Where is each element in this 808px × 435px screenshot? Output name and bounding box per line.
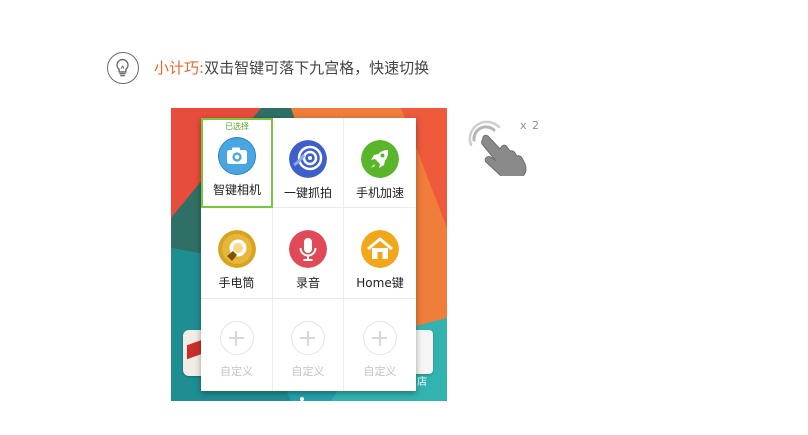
- home-icon: [361, 230, 399, 268]
- app-label: 店: [417, 377, 427, 388]
- page-indicator: [300, 397, 304, 401]
- grid-item-label: 手电筒: [218, 276, 255, 290]
- grid-item-speedup[interactable]: 手机加速: [344, 118, 416, 208]
- grid-item-custom[interactable]: 自定义: [273, 299, 344, 391]
- grid-item-label: Home键: [356, 276, 404, 290]
- phone-screen: 店 已选择 智键相机 一键抓拍 手机加速 手电筒 录音 Home键 自定义 自定…: [171, 108, 447, 401]
- grid-item-label: 自定义: [291, 365, 325, 378]
- add-icon: [291, 321, 325, 355]
- microphone-icon: [289, 230, 327, 268]
- grid-item-snapshot[interactable]: 一键抓拍: [273, 118, 344, 208]
- lightbulb-icon: [107, 52, 139, 84]
- add-icon: [363, 321, 397, 355]
- grid-item-label: 自定义: [220, 365, 253, 378]
- add-icon: [219, 321, 254, 355]
- grid-item-label: 一键抓拍: [283, 186, 332, 200]
- grid-item-custom[interactable]: 自定义: [201, 299, 273, 391]
- grid-item-custom[interactable]: 自定义: [344, 299, 416, 391]
- tip-description: 双击智键可落下九宫格，快速切换: [204, 59, 430, 77]
- tip-text: 小计巧:双击智键可落下九宫格，快速切换: [154, 58, 429, 78]
- grid-item-label: 自定义: [363, 365, 397, 378]
- grid-item-flashlight[interactable]: 手电筒: [201, 208, 273, 299]
- grid-item-label: 录音: [295, 276, 320, 290]
- grid-item-label: 手机加速: [355, 186, 404, 200]
- flashlight-icon: [217, 230, 256, 268]
- grid-item-record[interactable]: 录音: [273, 208, 344, 299]
- camera-icon: [218, 137, 256, 175]
- tap-count: x 2: [520, 119, 541, 132]
- grid-item-label: 智键相机: [212, 183, 261, 197]
- snapshot-icon: [289, 140, 327, 178]
- grid-item-camera[interactable]: 已选择 智键相机: [201, 118, 273, 208]
- tip-label: 小计巧:: [154, 59, 205, 77]
- rocket-icon: [361, 140, 399, 178]
- selected-tag: 已选择: [225, 122, 249, 131]
- grid-item-home-key[interactable]: Home键: [344, 208, 416, 299]
- nine-grid-panel: 已选择 智键相机 一键抓拍 手机加速 手电筒 录音 Home键 自定义 自定义 …: [201, 118, 416, 391]
